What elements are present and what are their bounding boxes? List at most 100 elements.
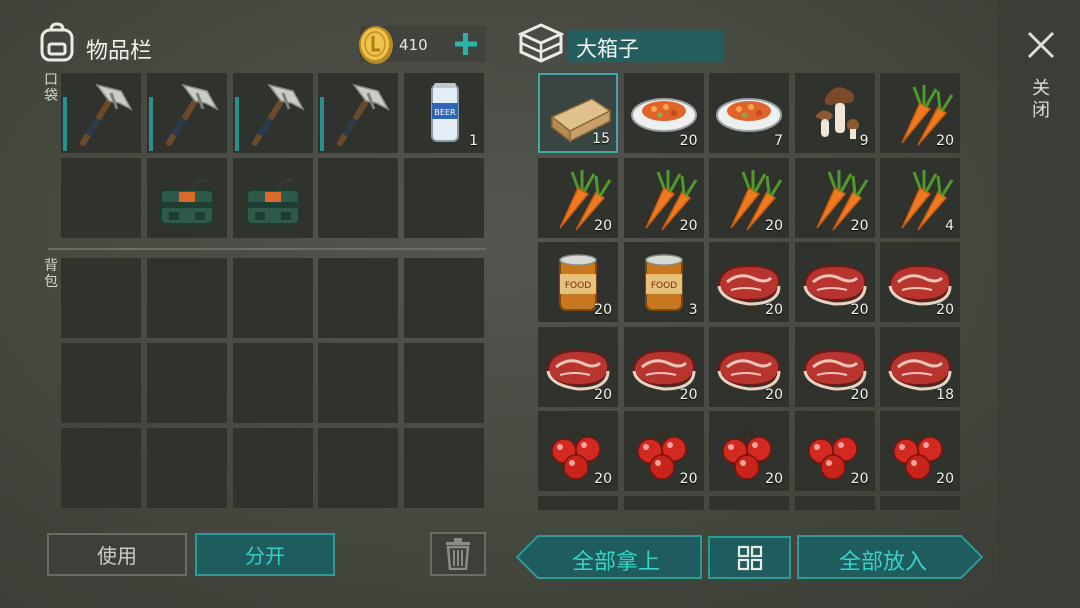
inventory-title: 物品栏 xyxy=(86,39,153,64)
inventory-slot[interactable] xyxy=(233,73,313,153)
inventory-slot[interactable]: 20 xyxy=(794,157,875,238)
c4-explosive-icon xyxy=(147,158,227,238)
sort-button[interactable] xyxy=(708,536,791,579)
inventory-slot[interactable]: 20 xyxy=(709,157,789,238)
inventory-slot[interactable]: 20 xyxy=(538,157,618,238)
item-count: 20 xyxy=(594,217,612,234)
coin-count: 410 xyxy=(399,36,428,54)
inventory-slot[interactable]: 20 xyxy=(880,73,960,153)
inventory-slot[interactable]: 20 xyxy=(623,157,704,238)
split-button-label: 分开 xyxy=(245,544,285,568)
trash-button[interactable] xyxy=(430,532,486,576)
inventory-slot[interactable] xyxy=(61,258,141,338)
inventory-slot[interactable]: 20 xyxy=(538,411,618,491)
inventory-slot[interactable]: 20 xyxy=(623,73,704,153)
container-title-field[interactable]: 大箱子 xyxy=(568,30,724,62)
inventory-slot[interactable]: 3 xyxy=(623,242,704,322)
inventory-slot[interactable]: 20 xyxy=(623,326,704,407)
inventory-slot[interactable] xyxy=(233,258,313,338)
take-all-button[interactable]: 全部拿上 xyxy=(516,535,702,579)
inventory-slot[interactable] xyxy=(404,343,484,423)
inventory-slot[interactable]: 20 xyxy=(538,242,618,322)
section-divider xyxy=(48,248,486,250)
put-all-label: 全部放入 xyxy=(838,550,927,575)
item-count: 20 xyxy=(594,386,612,403)
inventory-slot[interactable]: 15 xyxy=(538,73,618,153)
inventory-slot[interactable]: 20 xyxy=(709,411,789,491)
item-count: 7 xyxy=(774,133,783,149)
inventory-slot[interactable]: 20 xyxy=(623,411,704,491)
backpack-icon xyxy=(40,22,74,62)
close-button[interactable]: 关闭 xyxy=(1022,28,1060,128)
item-count: 20 xyxy=(936,471,954,487)
inventory-slot[interactable] xyxy=(233,343,313,423)
item-count: 20 xyxy=(765,471,783,487)
inventory-slot[interactable] xyxy=(404,428,484,508)
inventory-slot[interactable]: 20 xyxy=(880,411,960,491)
inventory-slot[interactable] xyxy=(61,158,141,238)
inventory-slot[interactable]: 20 xyxy=(794,242,875,322)
item-count: 3 xyxy=(688,302,698,318)
inventory-slot[interactable] xyxy=(233,158,313,238)
item-count: 15 xyxy=(592,131,610,147)
item-count: 1 xyxy=(469,133,478,149)
pickaxe-icon xyxy=(147,73,227,153)
inventory-slot[interactable]: 1 xyxy=(404,73,484,153)
inventory-slot[interactable]: 4 xyxy=(880,157,960,238)
inventory-slot[interactable] xyxy=(794,495,875,510)
inventory-slot[interactable] xyxy=(623,495,704,510)
inventory-slot[interactable] xyxy=(318,158,398,238)
inventory-slot[interactable] xyxy=(147,428,227,508)
inventory-slot[interactable]: 20 xyxy=(794,326,875,407)
item-count: 20 xyxy=(936,133,954,149)
split-button[interactable]: 分开 xyxy=(195,533,335,576)
put-all-button[interactable]: 全部放入 xyxy=(797,535,983,579)
inventory-slot[interactable]: 20 xyxy=(538,326,618,407)
inventory-slot[interactable]: 20 xyxy=(709,242,789,322)
box-icon xyxy=(518,23,564,63)
inventory-slot[interactable] xyxy=(61,343,141,423)
inventory-slot[interactable] xyxy=(318,258,398,338)
pickaxe-icon xyxy=(233,73,313,153)
use-button-label: 使用 xyxy=(97,544,137,568)
item-count: 20 xyxy=(850,386,869,403)
pockets-label: 口袋 xyxy=(44,72,58,104)
inventory-slot[interactable]: 7 xyxy=(709,73,789,153)
inventory-slot[interactable] xyxy=(147,258,227,338)
item-count: 18 xyxy=(936,386,954,403)
add-coins-button[interactable] xyxy=(452,30,480,58)
pickaxe-icon xyxy=(318,73,398,153)
item-count: 20 xyxy=(679,471,698,487)
use-button[interactable]: 使用 xyxy=(47,533,187,576)
inventory-slot[interactable]: 20 xyxy=(794,411,875,491)
plus-icon xyxy=(455,33,477,55)
inventory-slot[interactable] xyxy=(318,343,398,423)
durability-bar xyxy=(63,97,67,151)
inventory-slot[interactable] xyxy=(318,73,398,153)
inventory-slot[interactable] xyxy=(538,495,618,510)
inventory-slot[interactable] xyxy=(147,343,227,423)
close-label: 关闭 xyxy=(1032,78,1050,121)
container-grid[interactable]: 15 20 7 9 20 20 20 20 20 4 20 3 20 20 20 20 20 20 20 18 20 20… xyxy=(537,72,965,510)
inventory-slot[interactable] xyxy=(880,495,960,510)
inventory-slot[interactable]: 9 xyxy=(794,73,875,153)
inventory-slot[interactable] xyxy=(709,495,789,510)
inventory-slot[interactable] xyxy=(147,73,227,153)
item-count: 20 xyxy=(594,471,612,487)
inventory-slot[interactable]: 18 xyxy=(880,326,960,407)
inventory-slot[interactable] xyxy=(61,73,141,153)
inventory-slot[interactable]: 20 xyxy=(880,242,960,322)
coin-icon xyxy=(359,26,393,64)
item-count: 20 xyxy=(850,302,869,318)
trash-icon xyxy=(446,538,470,570)
inventory-slot[interactable] xyxy=(233,428,313,508)
inventory-slot[interactable] xyxy=(404,158,484,238)
inventory-slot[interactable] xyxy=(147,158,227,238)
take-all-label: 全部拿上 xyxy=(571,550,660,575)
inventory-slot[interactable] xyxy=(318,428,398,508)
inventory-slot[interactable]: 20 xyxy=(709,326,789,407)
inventory-slot[interactable] xyxy=(61,428,141,508)
item-count: 20 xyxy=(765,217,783,234)
inventory-slot[interactable] xyxy=(404,258,484,338)
item-count: 20 xyxy=(679,133,698,149)
